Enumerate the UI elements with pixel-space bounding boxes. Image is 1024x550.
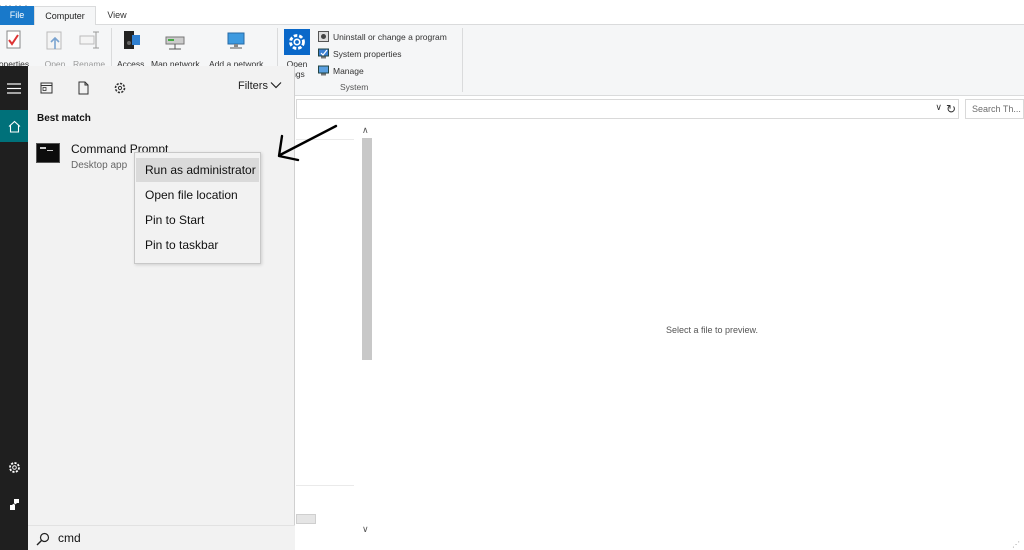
tab-computer[interactable]: Computer [34, 6, 96, 26]
settings-button[interactable] [0, 451, 28, 483]
refresh-icon[interactable]: ↻ [942, 100, 960, 118]
menu-item-run-as-administrator[interactable]: Run as administrator [136, 158, 259, 182]
network-location-icon [227, 32, 245, 49]
search-folder-input[interactable]: Search Th... [965, 99, 1024, 119]
rename-button[interactable]: Rename [73, 29, 105, 69]
tab-view[interactable]: View [98, 6, 136, 25]
scroll-up-arrow-icon[interactable]: ∧ [362, 125, 369, 136]
uninstall-label: Uninstall or change a program [333, 32, 447, 42]
documents-filter-icon[interactable] [75, 80, 91, 96]
menu-item-pin-to-start[interactable]: Pin to Start [136, 208, 259, 232]
vertical-scrollbar-thumb[interactable] [362, 138, 372, 360]
home-button[interactable] [0, 110, 28, 142]
user-network-icon [9, 498, 19, 510]
context-menu: Run as administrator Open file location … [134, 152, 261, 264]
preview-placeholder-text: Select a file to preview. [666, 325, 759, 335]
file-list-pane[interactable] [296, 121, 360, 540]
address-bar[interactable]: ∨ [296, 99, 959, 119]
scroll-down-arrow-icon[interactable]: ∨ [362, 524, 369, 535]
open-icon [46, 31, 62, 50]
settings-filter-icon[interactable] [112, 80, 128, 96]
address-history-chevron-icon[interactable]: ∨ [935, 102, 942, 113]
menu-item-open-file-location[interactable]: Open file location [136, 183, 259, 207]
search-icon [36, 532, 50, 546]
manage-button[interactable]: Manage [318, 64, 364, 78]
manage-label: Manage [333, 66, 364, 76]
system-properties-button[interactable]: System properties [318, 47, 402, 61]
manage-icon [318, 65, 329, 76]
system-properties-label: System properties [333, 49, 402, 59]
horizontal-scrollbar-thumb[interactable] [296, 514, 316, 524]
menu-item-pin-to-taskbar[interactable]: Pin to taskbar [136, 233, 259, 257]
uninstall-icon [318, 31, 329, 42]
start-search-bar[interactable]: cmd [28, 525, 295, 550]
best-match-heading: Best match [37, 113, 91, 124]
user-button[interactable] [0, 488, 28, 520]
settings-gear-icon [284, 29, 310, 55]
search-input[interactable]: cmd [58, 531, 81, 545]
access-media-button[interactable]: Access [117, 29, 144, 69]
ribbon-separator [462, 28, 463, 92]
file-list-divider [296, 485, 354, 486]
open-button[interactable]: Open [44, 29, 66, 69]
home-icon [8, 120, 20, 133]
ribbon-group-system-label: System [340, 82, 369, 92]
map-network-drive-button[interactable]: Map network [151, 29, 200, 69]
apps-filter-icon[interactable] [39, 80, 55, 96]
media-server-icon [123, 31, 140, 49]
search-results-panel: Filters Best match Command Prompt Deskto… [28, 66, 295, 550]
rename-icon [79, 31, 100, 49]
network-drive-icon [165, 36, 185, 50]
gear-icon [8, 461, 20, 473]
result-subtitle: Desktop app [71, 160, 128, 171]
ribbon-tab-bar: File Computer View [0, 6, 1024, 26]
resize-grip-icon[interactable]: ⋰ [1012, 540, 1020, 549]
system-properties-icon [318, 48, 329, 59]
uninstall-program-button[interactable]: Uninstall or change a program [318, 30, 447, 44]
chevron-down-icon[interactable] [270, 80, 282, 90]
command-prompt-icon[interactable] [36, 143, 60, 163]
hamburger-icon [7, 82, 21, 94]
start-menu-rail [0, 66, 28, 550]
hamburger-menu-button[interactable] [0, 72, 28, 104]
properties-icon [6, 30, 21, 49]
add-network-location-button[interactable]: Add a network [209, 29, 263, 69]
tab-file[interactable]: File [0, 6, 34, 25]
properties-button[interactable]: roperties [0, 29, 29, 69]
annotation-arrow-icon [277, 124, 338, 162]
filters-dropdown-label[interactable]: Filters [238, 80, 268, 92]
